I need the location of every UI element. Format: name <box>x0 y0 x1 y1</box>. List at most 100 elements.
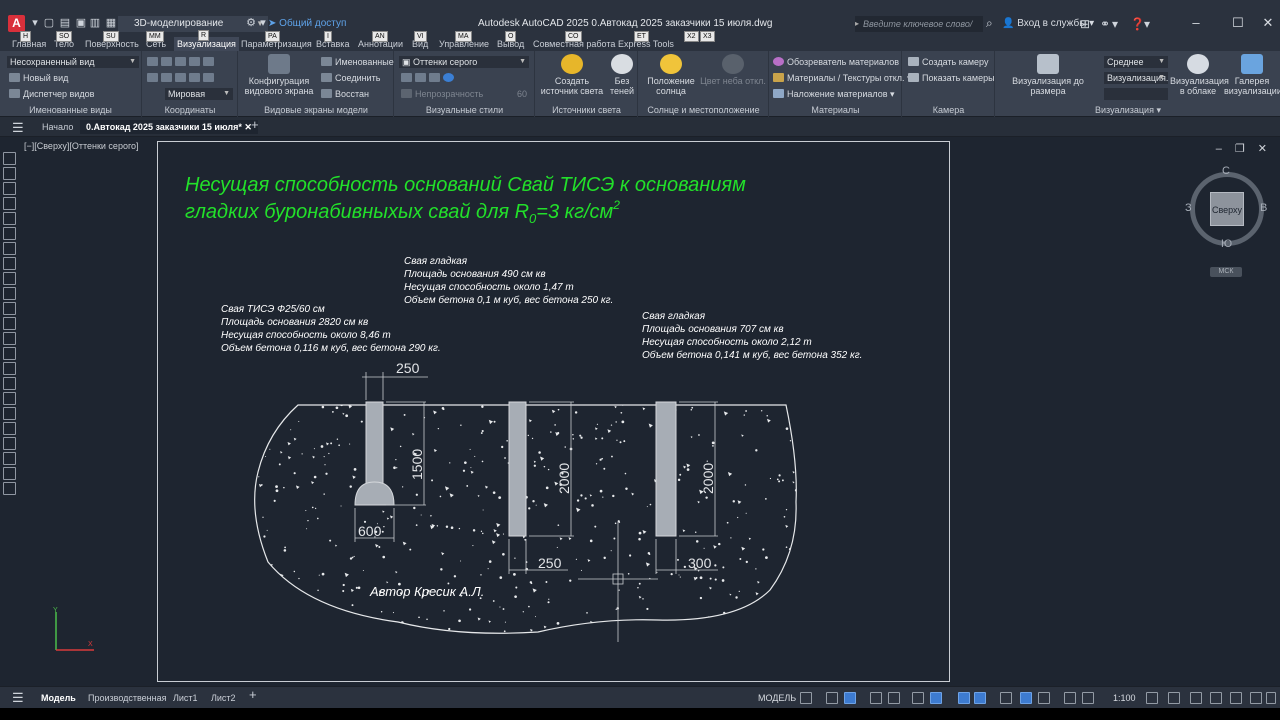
mtext-icon[interactable] <box>3 407 16 420</box>
hatch-icon[interactable] <box>3 347 16 360</box>
viewport-window-controls[interactable]: – ❐ ✕ <box>1216 142 1272 155</box>
selection-cycling-icon[interactable] <box>1000 692 1012 704</box>
new-file-icon[interactable]: ▢ <box>42 17 56 30</box>
customization-icon[interactable] <box>1266 692 1276 704</box>
material-mapping-button[interactable]: Наложение материалов ▾ <box>773 88 895 100</box>
tab-manage[interactable]: Управление MA <box>439 31 489 50</box>
rectangle-icon[interactable] <box>3 212 16 225</box>
exchange-icon[interactable]: ⚭ <box>1100 16 1110 32</box>
tab-layout-production[interactable]: Производственная <box>88 692 167 704</box>
plot-icon[interactable]: ▦ <box>104 17 118 30</box>
compass-east[interactable]: В <box>1260 202 1267 214</box>
ucs-combo[interactable]: Мировая ▼ <box>165 88 233 100</box>
compass-west[interactable]: З <box>1185 202 1192 214</box>
viewcube[interactable]: Сверху С Ю З В <box>1185 165 1268 250</box>
tab-solid[interactable]: Тело SO <box>54 31 74 50</box>
open-file-icon[interactable]: ▤ <box>58 17 72 30</box>
sky-color-button[interactable]: Цвет неба откл. <box>699 54 767 86</box>
visual-style-combo[interactable]: ▣ Оттенки серого ▼ <box>399 56 529 68</box>
material-browser-button[interactable]: Обозреватель материалов <box>773 56 899 68</box>
tab-mesh[interactable]: Сеть MM <box>146 31 166 50</box>
tab-annotate[interactable]: Аннотации AN <box>358 31 403 50</box>
search-icon[interactable]: ⌕ <box>986 16 993 31</box>
tab-active-drawing[interactable]: 0.Автокад 2025 заказчики 15 июля* ✕ <box>80 120 258 134</box>
share-button[interactable]: ➤ Общий доступ <box>268 16 346 32</box>
no-shadows-button[interactable]: Без теней <box>608 54 636 96</box>
point-icon[interactable] <box>3 332 16 345</box>
tab-visualization[interactable]: Визуализация R <box>174 30 239 51</box>
ucs-icons-row2[interactable] <box>147 72 217 84</box>
tab-parametric[interactable]: Параметризация PA <box>241 31 312 50</box>
create-camera-button[interactable]: Создать камеру <box>908 56 988 68</box>
transparency-icon[interactable] <box>974 692 986 704</box>
region-icon[interactable] <box>3 377 16 390</box>
object-snap-tracking-icon[interactable] <box>912 692 924 704</box>
ucs-icons-row1[interactable] <box>147 56 217 68</box>
snap-icon[interactable] <box>826 692 838 704</box>
render-preset-combo[interactable]: Визуализация... ▼ <box>1104 72 1168 84</box>
model-space-toggle[interactable]: МОДЕЛЬ <box>758 692 796 704</box>
view-combo[interactable]: Несохраненный вид ▼ <box>7 56 139 68</box>
add-selected-icon[interactable] <box>3 422 16 435</box>
grid-icon[interactable] <box>800 692 812 704</box>
tab-layout-sheet2[interactable]: Лист2 <box>211 692 236 704</box>
polar-icon[interactable] <box>870 692 882 704</box>
lineweight-icon[interactable] <box>958 692 970 704</box>
cart-icon[interactable]: ⊞ <box>1080 16 1090 32</box>
auto-scale-icon[interactable] <box>1082 692 1094 704</box>
annotation-monitor-icon[interactable] <box>1168 692 1180 704</box>
tab-express-tools[interactable]: Express Tools ET <box>618 31 674 50</box>
restore-viewports-button[interactable]: Восстан <box>321 88 369 100</box>
save-icon[interactable]: ▣ <box>74 17 88 30</box>
tab-surface[interactable]: Поверхность SU <box>85 31 139 50</box>
named-viewports-button[interactable]: Именованные <box>321 56 394 68</box>
erase-icon[interactable] <box>3 437 16 450</box>
workspace-gear-icon[interactable] <box>1146 692 1158 704</box>
offset-icon[interactable] <box>3 482 16 495</box>
viewport-config-button[interactable]: Конфигурация видового экрана <box>243 54 315 96</box>
save-as-icon[interactable]: ▥ <box>88 17 102 30</box>
annotation-visibility-icon[interactable] <box>1064 692 1076 704</box>
dropdown-icon[interactable]: ▾ <box>1144 16 1150 32</box>
dynamic-ucs-icon[interactable] <box>1038 692 1050 704</box>
block-insert-icon[interactable] <box>3 302 16 315</box>
visual-style-tools[interactable] <box>401 72 457 84</box>
ellipse-icon[interactable] <box>3 287 16 300</box>
polyline-icon[interactable] <box>3 182 16 195</box>
new-view-button[interactable]: Новый вид <box>9 72 68 84</box>
show-cameras-button[interactable]: Показать камеры <box>908 72 995 84</box>
create-light-button[interactable]: Создать источник света <box>538 54 606 96</box>
cloud-icon[interactable] <box>3 257 16 270</box>
clean-screen-icon[interactable] <box>1250 692 1262 704</box>
layout-menu-icon[interactable]: ☰ <box>12 690 24 706</box>
mirror-icon[interactable] <box>3 467 16 480</box>
drawing-canvas[interactable]: Несущая способность оснований Свай ТИСЭ … <box>158 142 951 683</box>
tab-view[interactable]: Вид VI <box>412 31 428 50</box>
polygon-icon[interactable] <box>3 197 16 210</box>
close-button[interactable]: ✕ <box>1258 15 1278 31</box>
minimize-button[interactable]: – <box>1186 15 1206 31</box>
add-layout-button[interactable]: + <box>249 688 257 701</box>
new-tab-button[interactable]: + <box>251 118 259 132</box>
join-viewports-button[interactable]: Соединить <box>321 72 380 84</box>
render-output-combo[interactable] <box>1104 88 1168 100</box>
render-quality-combo[interactable]: Среднее ▼ <box>1104 56 1168 68</box>
sun-position-button[interactable]: Положение солнца <box>643 54 699 96</box>
cloud-render-button[interactable]: Визуализация в облаке <box>1170 54 1229 96</box>
quick-properties-icon[interactable] <box>1210 692 1222 704</box>
autocad-logo-button[interactable]: A <box>8 15 25 32</box>
wcs-menu[interactable]: МСК <box>1210 267 1242 277</box>
copy-icon[interactable] <box>3 452 16 465</box>
render-to-size-button[interactable]: Визуализация до размера <box>998 54 1098 96</box>
maximize-button[interactable]: ☐ <box>1228 15 1248 31</box>
drawing-area[interactable]: [−][Сверху][Оттенки серого] – ❐ ✕ Несуща… <box>0 138 1280 686</box>
tab-start[interactable]: Начало <box>42 120 73 134</box>
tab-home[interactable]: Главная H <box>12 31 46 50</box>
textures-button[interactable]: Материалы / Текстуры откл. ▾ <box>773 72 912 84</box>
viewport-controls-label[interactable]: [−][Сверху][Оттенки серого] <box>24 141 139 151</box>
arc-icon[interactable] <box>3 227 16 240</box>
compass-south[interactable]: Ю <box>1221 238 1232 250</box>
3d-object-snap-icon[interactable] <box>1020 692 1032 704</box>
isolate-objects-icon[interactable] <box>1230 692 1242 704</box>
isodraft-icon[interactable] <box>888 692 900 704</box>
